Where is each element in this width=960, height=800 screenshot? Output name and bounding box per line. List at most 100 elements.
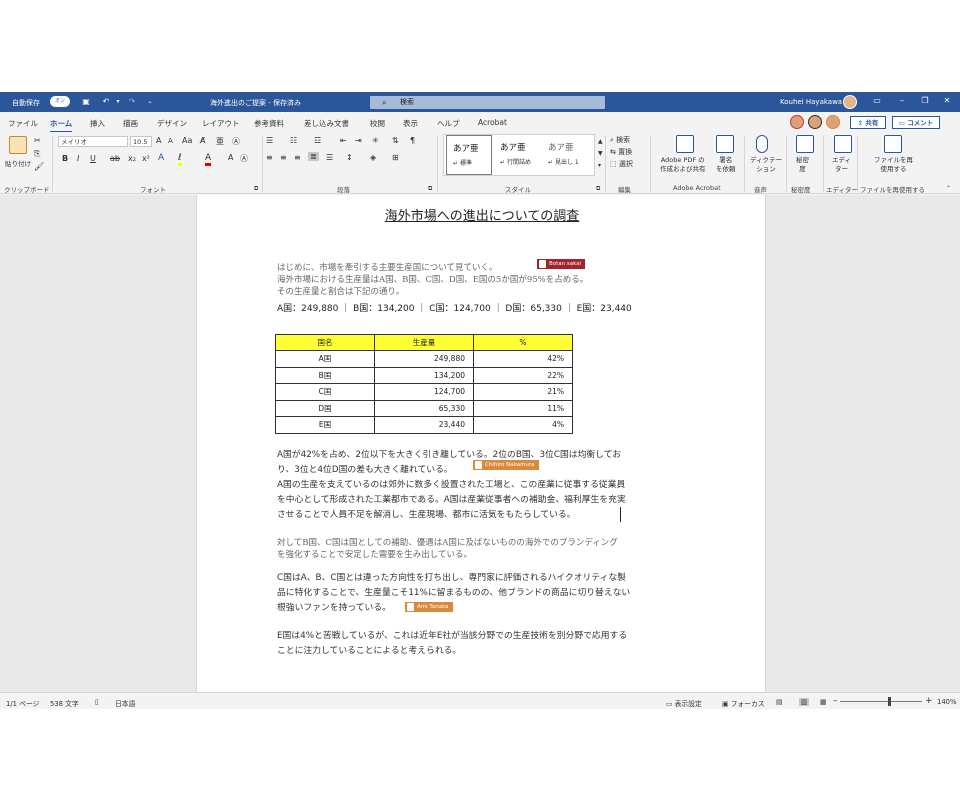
redo-icon[interactable]: ↷ <box>126 96 138 108</box>
text-effects-icon[interactable]: A <box>158 153 164 163</box>
page-count[interactable]: 1/1 ページ <box>6 698 39 708</box>
underline-icon[interactable]: U <box>90 154 96 163</box>
zoom-out-icon[interactable]: – <box>833 696 838 706</box>
tab-review[interactable]: 校閲 <box>370 118 385 129</box>
style-heading-1[interactable]: あア亜 ↵ 見出し 1 <box>542 135 588 175</box>
clear-format-icon[interactable]: A̸ <box>200 136 205 145</box>
tab-home[interactable]: ホーム <box>50 118 73 133</box>
numbering-icon[interactable]: ☷ <box>290 136 297 145</box>
distributed-icon[interactable]: ☰ <box>326 153 333 162</box>
shading-icon[interactable]: ◈ <box>370 153 376 162</box>
create-pdf-icon[interactable] <box>676 135 694 153</box>
tab-file[interactable]: ファイル <box>8 118 38 129</box>
editor-label[interactable]: エディ ター <box>832 156 851 174</box>
customize-toolbar-icon[interactable]: ⌄ <box>144 96 156 108</box>
comment-marker[interactable]: Ami Tanaka <box>405 602 453 612</box>
paste-label[interactable]: 貼り付け <box>5 158 31 168</box>
comment-marker[interactable]: Botan sakai <box>537 259 586 269</box>
analysis-paragraph-a2[interactable]: A国の生産を支えているのは郊外に数多く設置された工場と、この産業に従事する従業員… <box>277 478 687 523</box>
request-signature-icon[interactable] <box>716 135 734 153</box>
word-count[interactable]: 538 文字 <box>50 698 79 708</box>
grow-font-icon[interactable]: A <box>156 136 161 145</box>
styles-more-icon[interactable]: ▾ <box>598 162 601 169</box>
format-painter-icon[interactable]: 🖌 <box>34 162 44 171</box>
bold-icon[interactable]: B <box>62 154 68 163</box>
user-name[interactable]: Kouhei Hayakawa <box>780 98 842 106</box>
collaborator-avatar[interactable] <box>808 115 822 129</box>
decrease-indent-icon[interactable]: ⇤ <box>340 136 347 145</box>
document-title[interactable]: 海外進出のご提案 - 保存済み <box>210 98 301 108</box>
styles-scroll-down-icon[interactable]: ▼ <box>598 150 603 157</box>
italic-icon[interactable]: I <box>77 154 79 163</box>
char-border-icon[interactable]: Ⓐ <box>240 153 248 164</box>
style-no-spacing[interactable]: あア亜 ↵ 行間詰め <box>494 135 540 175</box>
font-size-select[interactable]: 10.5 <box>130 136 152 147</box>
document-heading[interactable]: 海外市場への進出についての調査 <box>197 205 767 224</box>
highlight-icon[interactable]: ℓ <box>178 153 182 166</box>
analysis-paragraph-b[interactable]: 対してB国、C国は国としての補助、優遇はA国に及ばないものの海外でのブランディン… <box>277 537 687 561</box>
increase-indent-icon[interactable]: ⇥ <box>355 136 362 145</box>
style-normal[interactable]: あア亜 ↵ 標準 <box>446 135 492 175</box>
find-button[interactable]: ⌕ 検索 <box>610 135 630 145</box>
production-table[interactable]: 国名 生産量 % A国 249,880 42% B国 134,200 22% C… <box>275 334 573 434</box>
shrink-font-icon[interactable]: A <box>168 137 173 145</box>
align-right-icon[interactable]: ≡ <box>294 153 301 162</box>
close-icon[interactable]: ✕ <box>940 96 954 105</box>
multilevel-list-icon[interactable]: ☲ <box>314 136 321 145</box>
proofing-icon[interactable]: ▯ <box>95 698 99 706</box>
asian-layout-icon[interactable]: ✳ <box>372 136 379 145</box>
undo-icon[interactable]: ↶ <box>100 96 112 108</box>
borders-icon[interactable]: ⊞ <box>392 153 399 162</box>
search-input[interactable]: ⌕ 検索 <box>370 96 605 109</box>
request-signature-label[interactable]: 署名 を依頼 <box>716 156 736 174</box>
tab-view[interactable]: 表示 <box>403 118 418 129</box>
tab-references[interactable]: 参考資料 <box>254 118 284 129</box>
share-button[interactable]: ⇪ 共有 <box>850 116 886 129</box>
comment-button[interactable]: ▭ コメント <box>892 116 940 129</box>
zoom-slider[interactable] <box>840 701 922 702</box>
strikethrough-icon[interactable]: ab <box>110 154 120 163</box>
font-dialog-launcher-icon[interactable]: ⧉ <box>254 185 258 193</box>
change-case-icon[interactable]: Aa <box>182 136 192 145</box>
dictate-label[interactable]: ディクテー ション <box>750 156 782 174</box>
language[interactable]: 日本語 <box>115 698 135 708</box>
totals-line[interactable]: A国：249,880 ｜ B国：134,200 ｜ C国：124,700 ｜ D… <box>277 301 632 314</box>
phonetic-guide-icon[interactable]: 亜 <box>216 136 224 147</box>
create-pdf-label[interactable]: Adobe PDF の 作成および共有 <box>660 156 706 174</box>
collapse-ribbon-icon[interactable]: ⌃ <box>946 185 951 192</box>
styles-dialog-launcher-icon[interactable]: ⧉ <box>596 185 600 193</box>
font-name-select[interactable]: メイリオ <box>58 136 128 147</box>
tab-draw[interactable]: 描画 <box>123 118 138 129</box>
font-color-icon[interactable]: A <box>205 153 212 166</box>
tab-design[interactable]: デザイン <box>157 118 187 129</box>
undo-dropdown-icon[interactable]: ▾ <box>112 96 124 108</box>
select-button[interactable]: ⬚ 選択 <box>610 159 633 169</box>
zoom-slider-thumb[interactable] <box>888 697 891 706</box>
align-left-icon[interactable]: ≡ <box>266 153 273 162</box>
user-avatar[interactable] <box>843 95 857 109</box>
justify-icon[interactable]: ≣ <box>308 152 319 161</box>
show-marks-icon[interactable]: ¶ <box>410 136 415 145</box>
analysis-paragraph-e[interactable]: E国は4%と苦戦しているが、これは近年E社が当該分野での生産技術を別分野で応用す… <box>277 629 687 659</box>
enclose-char-icon[interactable]: Ⓐ <box>232 136 240 147</box>
reuse-files-icon[interactable] <box>884 135 902 153</box>
sort-icon[interactable]: ⇅ <box>392 136 399 145</box>
comment-marker[interactable]: Chihiro Nakamura <box>473 460 539 470</box>
replace-button[interactable]: ⇆ 置換 <box>610 147 632 157</box>
restore-icon[interactable]: ❐ <box>918 96 932 105</box>
styles-scroll-up-icon[interactable]: ▲ <box>598 138 603 145</box>
reuse-files-label[interactable]: ファイルを再 使用する <box>874 156 913 174</box>
copy-icon[interactable]: ⎘ <box>34 149 40 159</box>
sensitivity-label[interactable]: 秘密 度 <box>796 156 809 174</box>
ribbon-display-icon[interactable]: ▭ <box>870 96 884 105</box>
intro-paragraph[interactable]: はじめに、市場を牽引する主要生産国について見ていく。 海外市場における生産量はA… <box>277 262 687 298</box>
web-layout-icon[interactable]: ▦ <box>820 698 826 706</box>
align-center-icon[interactable]: ≡ <box>280 153 287 162</box>
editor-icon[interactable] <box>834 135 852 153</box>
print-layout-icon[interactable]: ▥ <box>799 698 810 706</box>
display-settings-button[interactable]: ▭ 表示設定 <box>666 698 702 708</box>
tab-layout[interactable]: レイアウト <box>202 118 240 129</box>
zoom-level[interactable]: 140% <box>937 698 956 706</box>
analysis-paragraph-c[interactable]: C国はA、B、C国とは違った方向性を打ち出し、専門家に評価されるハイクオリティな… <box>277 571 687 616</box>
paragraph-dialog-launcher-icon[interactable]: ⧉ <box>428 185 432 193</box>
